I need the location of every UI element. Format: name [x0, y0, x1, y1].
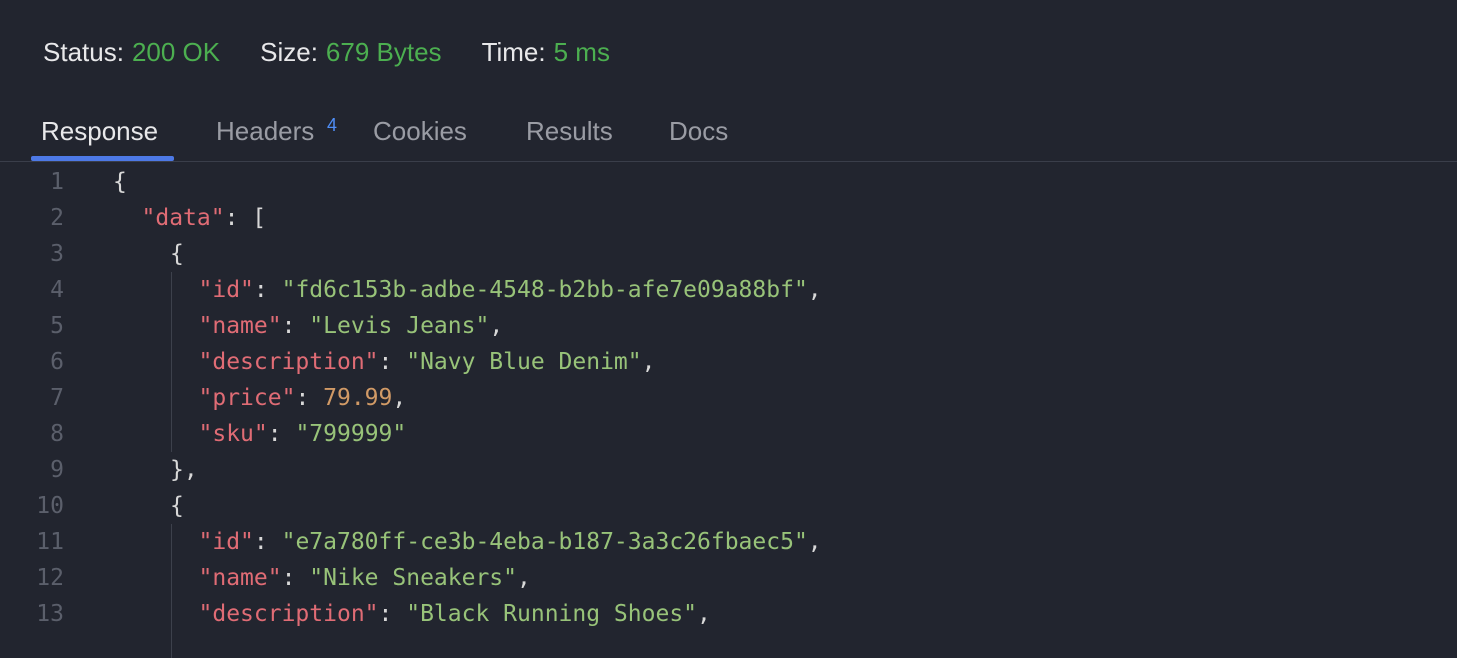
- json-str-token: "Nike Sneakers": [309, 565, 518, 591]
- json-punc-token: ,: [517, 565, 531, 591]
- json-punc-token: :: [281, 565, 310, 591]
- json-punc-token: :: [378, 349, 407, 375]
- time-value: 5 ms: [553, 36, 610, 67]
- tab-results-label: Results: [526, 116, 613, 146]
- json-punc-token: {: [113, 169, 127, 195]
- json-str-token: "e7a780ff-ce3b-4eba-b187-3a3c26fbaec5": [281, 529, 808, 555]
- status-label: Status:: [43, 36, 124, 67]
- line-number: 12: [36, 565, 64, 591]
- indent-guide: [171, 524, 172, 658]
- line-code: {: [113, 164, 127, 200]
- size-group: Size: 679 Bytes: [260, 37, 441, 68]
- json-punc-token: ,: [807, 529, 822, 555]
- json-punc-token: :: [295, 385, 324, 411]
- line-number: 7: [50, 385, 64, 411]
- line-code: "id": "e7a780ff-ce3b-4eba-b187-3a3c26fba…: [199, 524, 822, 560]
- line-code: "sku": "799999": [199, 416, 407, 452]
- json-punc-token: {: [170, 493, 184, 519]
- json-str-token: "Black Running Shoes": [406, 601, 698, 627]
- json-punc-token: ,: [392, 385, 407, 411]
- json-punc-token: ,: [489, 313, 504, 339]
- line-number: 6: [50, 349, 64, 375]
- size-value: 679 Bytes: [325, 36, 442, 67]
- json-key-token: "sku": [198, 421, 268, 447]
- json-punc-token: :: [253, 529, 282, 555]
- json-key-token: "description": [198, 601, 379, 627]
- json-key-token: "data": [141, 205, 225, 231]
- indent-guide: [171, 272, 172, 452]
- json-punc-token: :: [378, 601, 407, 627]
- line-code: "name": "Levis Jeans",: [199, 308, 504, 344]
- line-code: "description": "Navy Blue Denim",: [199, 344, 656, 380]
- line-code: "name": "Nike Sneakers",: [199, 560, 531, 596]
- json-str-token: "Navy Blue Denim": [406, 349, 642, 375]
- json-punc-token: :: [253, 277, 282, 303]
- line-code: "description": "Black Running Shoes",: [199, 596, 711, 632]
- json-key-token: "name": [198, 565, 282, 591]
- tab-response[interactable]: Response: [41, 104, 158, 160]
- json-punc-token: :: [281, 313, 310, 339]
- line-code: "data": [: [142, 200, 267, 236]
- tab-headers-label: Headers: [216, 116, 315, 146]
- json-punc-token: {: [170, 241, 184, 267]
- size-label: Size:: [260, 36, 318, 67]
- json-punc-token: ,: [807, 277, 822, 303]
- json-punc-token: ,: [697, 601, 711, 627]
- json-str-token: "Levis Jeans": [309, 313, 490, 339]
- headers-count-badge: 4: [327, 115, 338, 135]
- tab-docs-label: Docs: [669, 116, 729, 146]
- json-key-token: "name": [198, 313, 282, 339]
- active-tab-indicator: [31, 156, 174, 161]
- tab-cookies-label: Cookies: [373, 116, 467, 146]
- time-group: Time: 5 ms: [482, 37, 610, 68]
- tab-response-label: Response: [41, 116, 159, 146]
- tab-headers[interactable]: Headers 4: [216, 104, 337, 160]
- line-number: 4: [50, 277, 64, 303]
- tab-results[interactable]: Results: [526, 104, 613, 160]
- line-code: "id": "fd6c153b-adbe-4548-b2bb-afe7e09a8…: [199, 272, 822, 308]
- response-tabs: Response Headers 4 Cookies Results Docs: [0, 104, 1457, 162]
- json-key-token: "description": [198, 349, 379, 375]
- json-str-token: "799999": [295, 421, 407, 447]
- line-code: {: [170, 236, 184, 272]
- tab-cookies[interactable]: Cookies: [373, 104, 467, 160]
- json-key-token: "id": [198, 529, 254, 555]
- json-num-token: 79.99: [323, 385, 393, 411]
- line-number: 9: [50, 457, 64, 483]
- json-punc-token: ,: [641, 349, 656, 375]
- json-punc-token: },: [170, 457, 198, 483]
- json-key-token: "id": [198, 277, 254, 303]
- line-code: "price": 79.99,: [199, 380, 407, 416]
- line-number: 8: [50, 421, 64, 447]
- line-number: 13: [36, 601, 64, 627]
- json-key-token: "price": [198, 385, 296, 411]
- status-group: Status: 200 OK: [43, 37, 220, 68]
- line-number: 10: [36, 493, 64, 519]
- line-code: },: [170, 452, 198, 488]
- time-label: Time:: [481, 36, 546, 67]
- json-punc-token: : [: [224, 205, 267, 231]
- response-status-bar: Status: 200 OK Size: 679 Bytes Time: 5 m…: [43, 32, 650, 72]
- line-number: 1: [50, 169, 64, 195]
- line-number: 5: [50, 313, 64, 339]
- tab-docs[interactable]: Docs: [669, 104, 728, 160]
- json-str-token: "fd6c153b-adbe-4548-b2bb-afe7e09a88bf": [281, 277, 808, 303]
- line-number: 2: [50, 205, 64, 231]
- response-body-editor[interactable]: 1 {2 "data": [ 3 {4 "id": "fd6c153b-adbe-4548…: [0, 164, 1457, 658]
- status-value: 200 OK: [131, 36, 221, 67]
- line-number: 11: [36, 529, 64, 555]
- json-punc-token: :: [267, 421, 296, 447]
- line-number: 3: [50, 241, 64, 267]
- line-code: {: [170, 488, 184, 524]
